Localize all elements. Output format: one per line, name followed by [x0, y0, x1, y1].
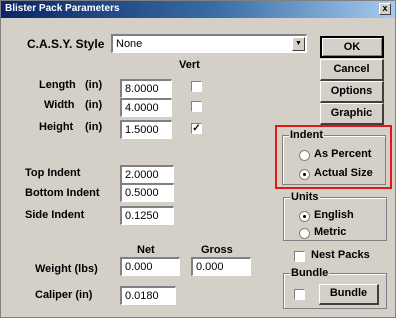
- height-input[interactable]: 1.5000: [120, 120, 172, 139]
- casy-style-value: None: [116, 38, 143, 50]
- height-vert-checkbox[interactable]: ✓: [191, 123, 202, 134]
- metric-radio[interactable]: [299, 228, 310, 239]
- metric-label[interactable]: Metric: [314, 226, 346, 238]
- bundle-group-title: Bundle: [290, 267, 330, 279]
- graphic-button[interactable]: Graphic: [320, 103, 384, 125]
- width-unit: (in): [85, 99, 103, 111]
- options-button[interactable]: Options: [320, 81, 384, 103]
- nest-packs-checkbox[interactable]: [294, 251, 305, 262]
- caliper-label: Caliper (in): [35, 289, 93, 301]
- height-label: Height: [39, 121, 74, 133]
- units-group-title: Units: [290, 191, 320, 203]
- length-unit: (in): [85, 79, 103, 91]
- english-radio[interactable]: [299, 211, 310, 222]
- width-input[interactable]: 4.0000: [120, 98, 172, 117]
- weight-label: Weight (lbs): [35, 263, 98, 275]
- bottom-indent-input[interactable]: 0.5000: [120, 183, 174, 202]
- side-indent-input[interactable]: 0.1250: [120, 206, 174, 225]
- top-indent-input[interactable]: 2.0000: [120, 165, 174, 184]
- width-vert-checkbox[interactable]: [191, 101, 202, 112]
- close-icon: x: [382, 3, 388, 13]
- chevron-down-icon[interactable]: ▼: [292, 37, 305, 51]
- length-vert-checkbox[interactable]: [191, 81, 202, 92]
- length-input[interactable]: 8.0000: [120, 79, 172, 98]
- bundle-checkbox[interactable]: [294, 289, 305, 300]
- cancel-button[interactable]: Cancel: [320, 59, 384, 81]
- casy-style-label: C.A.S.Y. Style: [27, 37, 105, 51]
- top-indent-label: Top Indent: [25, 167, 81, 179]
- length-label: Length: [39, 79, 76, 91]
- close-button[interactable]: x: [379, 3, 391, 15]
- height-unit: (in): [85, 121, 103, 133]
- casy-style-select[interactable]: None ▼: [111, 34, 307, 53]
- width-label: Width: [44, 99, 75, 111]
- vert-column-header: Vert: [179, 59, 200, 71]
- dialog-window: Blister Pack Parameters x C.A.S.Y. Style…: [0, 0, 396, 318]
- caliper-input[interactable]: 0.0180: [120, 286, 176, 305]
- bottom-indent-label: Bottom Indent: [25, 187, 100, 199]
- bundle-button[interactable]: Bundle: [319, 284, 379, 305]
- weight-gross-input[interactable]: 0.000: [191, 257, 251, 276]
- ok-button[interactable]: OK: [320, 36, 384, 58]
- dialog-title: Blister Pack Parameters: [5, 3, 120, 14]
- english-label[interactable]: English: [314, 209, 354, 221]
- title-bar[interactable]: Blister Pack Parameters x: [1, 1, 395, 18]
- gross-column-header: Gross: [201, 244, 233, 256]
- side-indent-label: Side Indent: [25, 209, 85, 221]
- highlight-box: [275, 125, 392, 189]
- nest-packs-label[interactable]: Nest Packs: [311, 249, 370, 261]
- net-column-header: Net: [137, 244, 155, 256]
- checkmark-icon: ✓: [192, 123, 201, 134]
- weight-net-input[interactable]: 0.000: [120, 257, 180, 276]
